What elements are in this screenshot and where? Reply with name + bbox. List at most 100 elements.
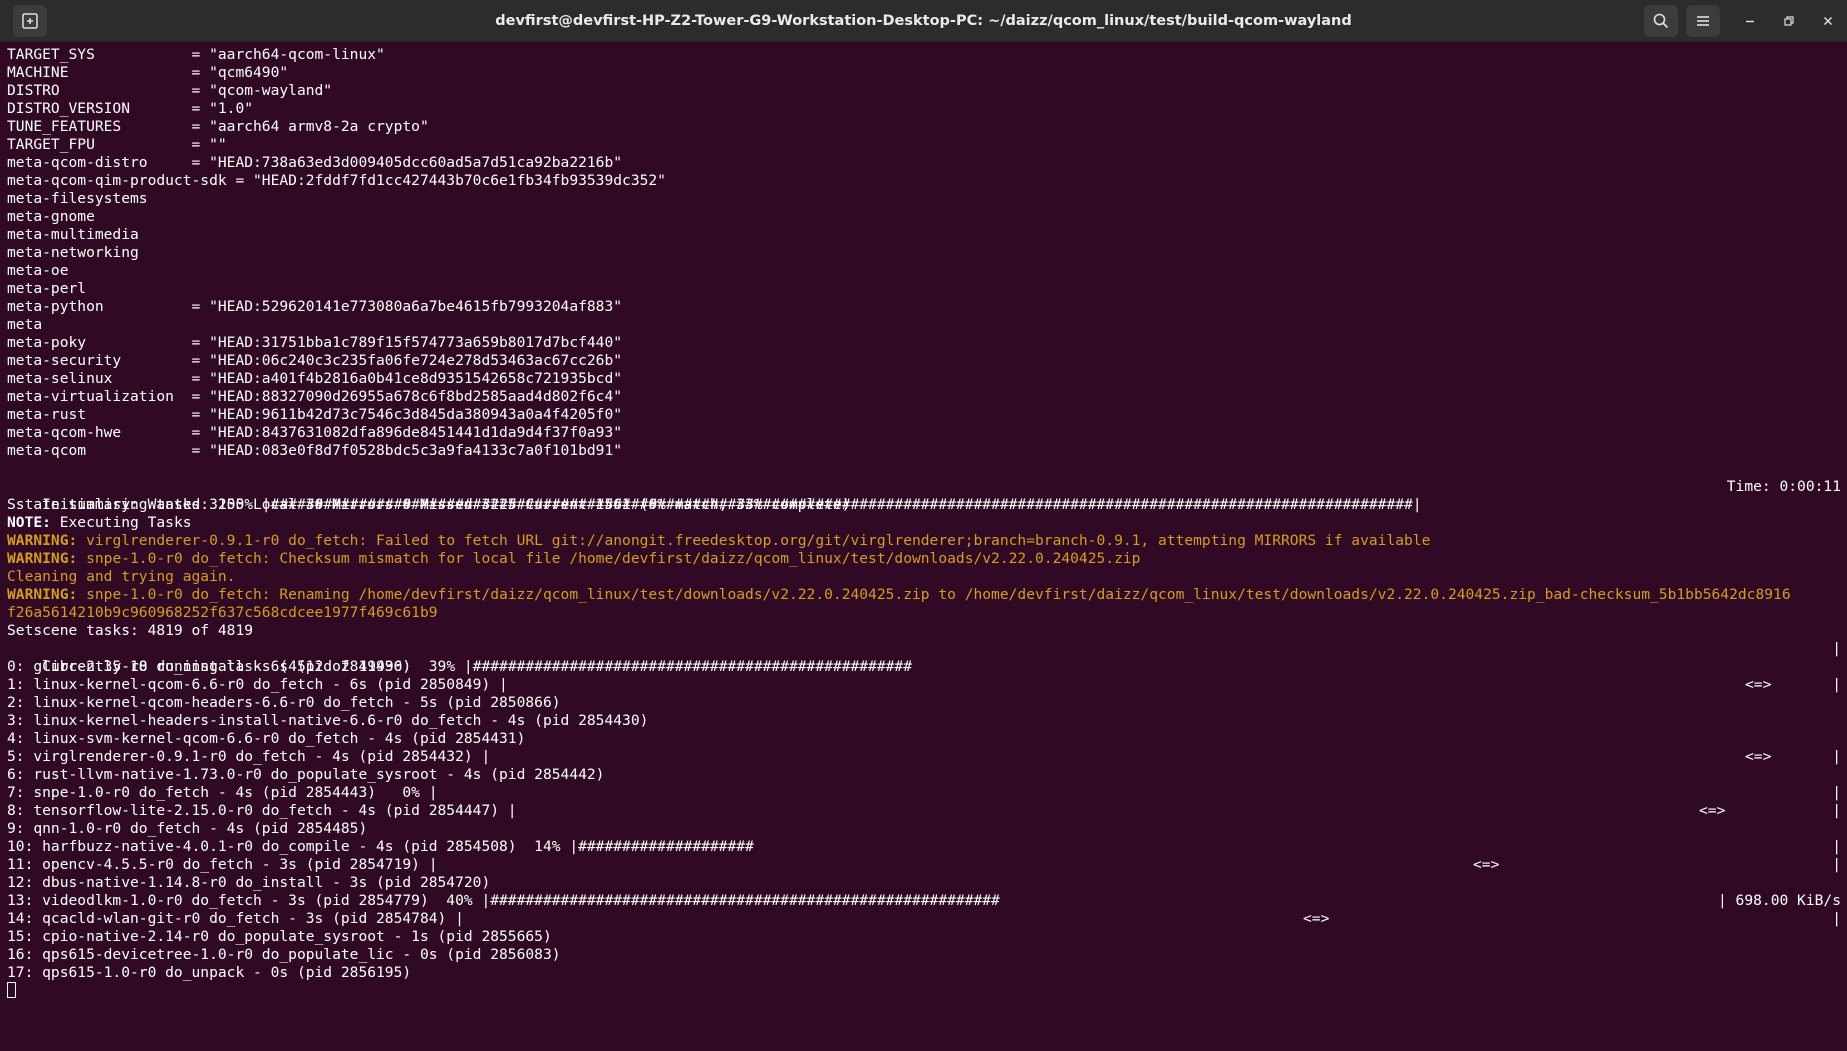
warning-line: WARNING: snpe-1.0-r0 do_fetch: Renaming … [7, 586, 1841, 604]
menu-button[interactable] [1686, 5, 1720, 37]
warning-line: WARNING: snpe-1.0-r0 do_fetch: Checksum … [7, 550, 1841, 568]
task-text: 6: rust-llvm-native-1.73.0-r0 do_populat… [7, 766, 605, 783]
warning-text: virglrenderer-0.9.1-r0 do_fetch: Failed … [77, 532, 1431, 549]
search-icon [1653, 13, 1669, 29]
cleaning-line: Cleaning and trying again. [7, 568, 236, 585]
task-text: 11: opencv-4.5.5-r0 do_fetch - 3s (pid 2… [7, 856, 438, 873]
config-line: meta [7, 316, 43, 333]
task-text: 12: dbus-native-1.14.8-r0 do_install - 3… [7, 874, 491, 891]
task-spinner: <=> [1745, 748, 1772, 765]
task-line: 11: opencv-4.5.5-r0 do_fetch - 3s (pid 2… [7, 856, 1841, 874]
config-line: DISTRO = "qcom-wayland" [7, 82, 333, 99]
config-line: TARGET_FPU = "" [7, 136, 227, 153]
terminal-output[interactable]: TARGET_SYS = "aarch64-qcom-linux" MACHIN… [7, 46, 1841, 1046]
config-line: meta-multimedia [7, 226, 139, 243]
config-line: TUNE_FEATURES = "aarch64 armv8-2a crypto… [7, 118, 429, 135]
task-text: 9: qnn-1.0-r0 do_fetch - 4s (pid 2854485… [7, 820, 368, 837]
config-line: meta-virtualization = "HEAD:88327090d269… [7, 388, 623, 405]
task-end: | [1832, 856, 1841, 873]
config-line: meta-perl [7, 280, 87, 297]
task-end: | [1832, 784, 1841, 801]
task-end: | [1832, 748, 1841, 765]
hamburger-menu-icon [1697, 16, 1709, 26]
config-line: TARGET_SYS = "aarch64-qcom-linux" [7, 46, 385, 63]
task-text: 16: qps615-devicetree-1.0-r0 do_populate… [7, 946, 561, 963]
window-title: devfirst@devfirst-HP-Z2-Tower-G9-Worksta… [495, 13, 1352, 29]
task-line: 1: linux-kernel-qcom-6.6-r0 do_fetch - 6… [7, 676, 1841, 694]
init-progress-line: Initialising tasks: 100% |##############… [7, 478, 1841, 513]
running-tasks-line: Currently 18 running tasks (4512 of 1149… [7, 640, 1841, 675]
task-line: 8: tensorflow-lite-2.15.0-r0 do_fetch - … [7, 802, 1841, 820]
task-line: 16: qps615-devicetree-1.0-r0 do_populate… [7, 946, 1841, 964]
task-text: 2: linux-kernel-qcom-headers-6.6-r0 do_f… [7, 694, 561, 711]
task-text: 4: linux-svm-kernel-qcom-6.6-r0 do_fetch… [7, 730, 526, 747]
task-text: 3: linux-kernel-headers-install-native-6… [7, 712, 649, 729]
task-text: 7: snpe-1.0-r0 do_fetch - 4s (pid 285444… [7, 784, 438, 801]
warning-continuation: f26a5614210b9c960968252f637c568cdcee1977… [7, 604, 438, 621]
config-line: meta-python = "HEAD:529620141e773080a6a7… [7, 298, 623, 315]
warning-text: snpe-1.0-r0 do_fetch: Checksum mismatch … [77, 550, 1141, 567]
search-button[interactable] [1644, 5, 1678, 37]
task-end: | [1832, 676, 1841, 693]
task-line: 6: rust-llvm-native-1.73.0-r0 do_populat… [7, 766, 1841, 784]
note-line: NOTE: Executing Tasks [7, 514, 1841, 532]
prompt-line[interactable] [7, 982, 1841, 1000]
config-line: meta-rust = "HEAD:9611b42d73c7546c3d845d… [7, 406, 623, 423]
warning-line: WARNING: virglrenderer-0.9.1-r0 do_fetch… [7, 532, 1841, 550]
task-line: 4: linux-svm-kernel-qcom-6.6-r0 do_fetch… [7, 730, 1841, 748]
config-line: DISTRO_VERSION = "1.0" [7, 100, 254, 117]
task-line: 14: qcacld-wlan-git-r0 do_fetch - 3s (pi… [7, 910, 1841, 928]
task-line: 2: linux-kernel-qcom-headers-6.6-r0 do_f… [7, 694, 1841, 712]
download-rate: | 698.00 KiB/s [1717, 892, 1841, 909]
new-tab-button[interactable] [13, 5, 47, 37]
note-text: Executing Tasks [50, 514, 192, 531]
terminal-cursor [7, 982, 16, 998]
task-spinner: <=> [1303, 910, 1330, 927]
task-line: 3: linux-kernel-headers-install-native-6… [7, 712, 1841, 730]
close-icon [1824, 17, 1832, 25]
new-tab-icon [22, 13, 38, 29]
task-text: 13: videodlkm-1.0-r0 do_fetch - 3s (pid … [7, 892, 1000, 909]
close-button[interactable] [1816, 9, 1840, 33]
init-time: Time: 0:00:11 [1726, 478, 1841, 495]
minimize-button[interactable] [1738, 9, 1762, 33]
maximize-button[interactable] [1777, 9, 1801, 33]
task-line: 7: snpe-1.0-r0 do_fetch - 4s (pid 285444… [7, 784, 1841, 802]
task-line: 9: qnn-1.0-r0 do_fetch - 4s (pid 2854485… [7, 820, 1841, 838]
note-label: NOTE: [7, 514, 51, 531]
config-line: meta-oe [7, 262, 69, 279]
task-line: 17: qps615-1.0-r0 do_unpack - 0s (pid 28… [7, 964, 1841, 982]
task-text: 17: qps615-1.0-r0 do_unpack - 0s (pid 28… [7, 964, 412, 981]
task-line: 0: glibc-2.35-r0 do_install - 6s (pid 28… [7, 658, 1841, 676]
warning-label: WARNING: [7, 586, 78, 603]
task-text: 15: cpio-native-2.14-r0 do_populate_sysr… [7, 928, 552, 945]
warning-label: WARNING: [7, 550, 78, 567]
restore-icon [1784, 16, 1794, 26]
task-line: 5: virglrenderer-0.9.1-r0 do_fetch - 4s … [7, 748, 1841, 766]
warning-text: snpe-1.0-r0 do_fetch: Renaming /home/dev… [77, 586, 1791, 603]
task-line: 13: videodlkm-1.0-r0 do_fetch - 3s (pid … [7, 892, 1841, 910]
config-line: meta-qcom-hwe = "HEAD:8437631082dfa896de… [7, 424, 623, 441]
config-line: meta-selinux = "HEAD:a401f4b2816a0b41ce8… [7, 370, 623, 387]
config-line: meta-poky = "HEAD:31751bba1c789f15f57477… [7, 334, 623, 351]
task-text: 0: glibc-2.35-r0 do_install - 6s (pid 28… [7, 658, 412, 675]
config-line: meta-filesystems [7, 190, 148, 207]
setscene-line: Setscene tasks: 4819 of 4819 [7, 622, 254, 639]
task-end: | [1832, 838, 1841, 855]
task-text: 14: qcacld-wlan-git-r0 do_fetch - 3s (pi… [7, 910, 464, 927]
task-text: 5: virglrenderer-0.9.1-r0 do_fetch - 4s … [7, 748, 491, 765]
sstate-summary: Sstate summary: Wanted 3255 Local 30 Mir… [7, 496, 851, 513]
running-tasks-end: | [1832, 640, 1841, 657]
task-spinner: <=> [1699, 802, 1726, 819]
minimize-icon [1746, 20, 1754, 23]
config-line: meta-qcom-qim-product-sdk = "HEAD:2fddf7… [7, 172, 666, 189]
task-line: 10: harfbuzz-native-4.0.1-r0 do_compile … [7, 838, 1841, 856]
config-line: meta-gnome [7, 208, 95, 225]
task-end: | [1832, 910, 1841, 927]
task-text: 8: tensorflow-lite-2.15.0-r0 do_fetch - … [7, 802, 517, 819]
task-line: 15: cpio-native-2.14-r0 do_populate_sysr… [7, 928, 1841, 946]
warning-label: WARNING: [7, 532, 78, 549]
window-titlebar[interactable]: devfirst@devfirst-HP-Z2-Tower-G9-Worksta… [0, 0, 1847, 42]
config-line: meta-qcom-distro = "HEAD:738a63ed3d00940… [7, 154, 623, 171]
